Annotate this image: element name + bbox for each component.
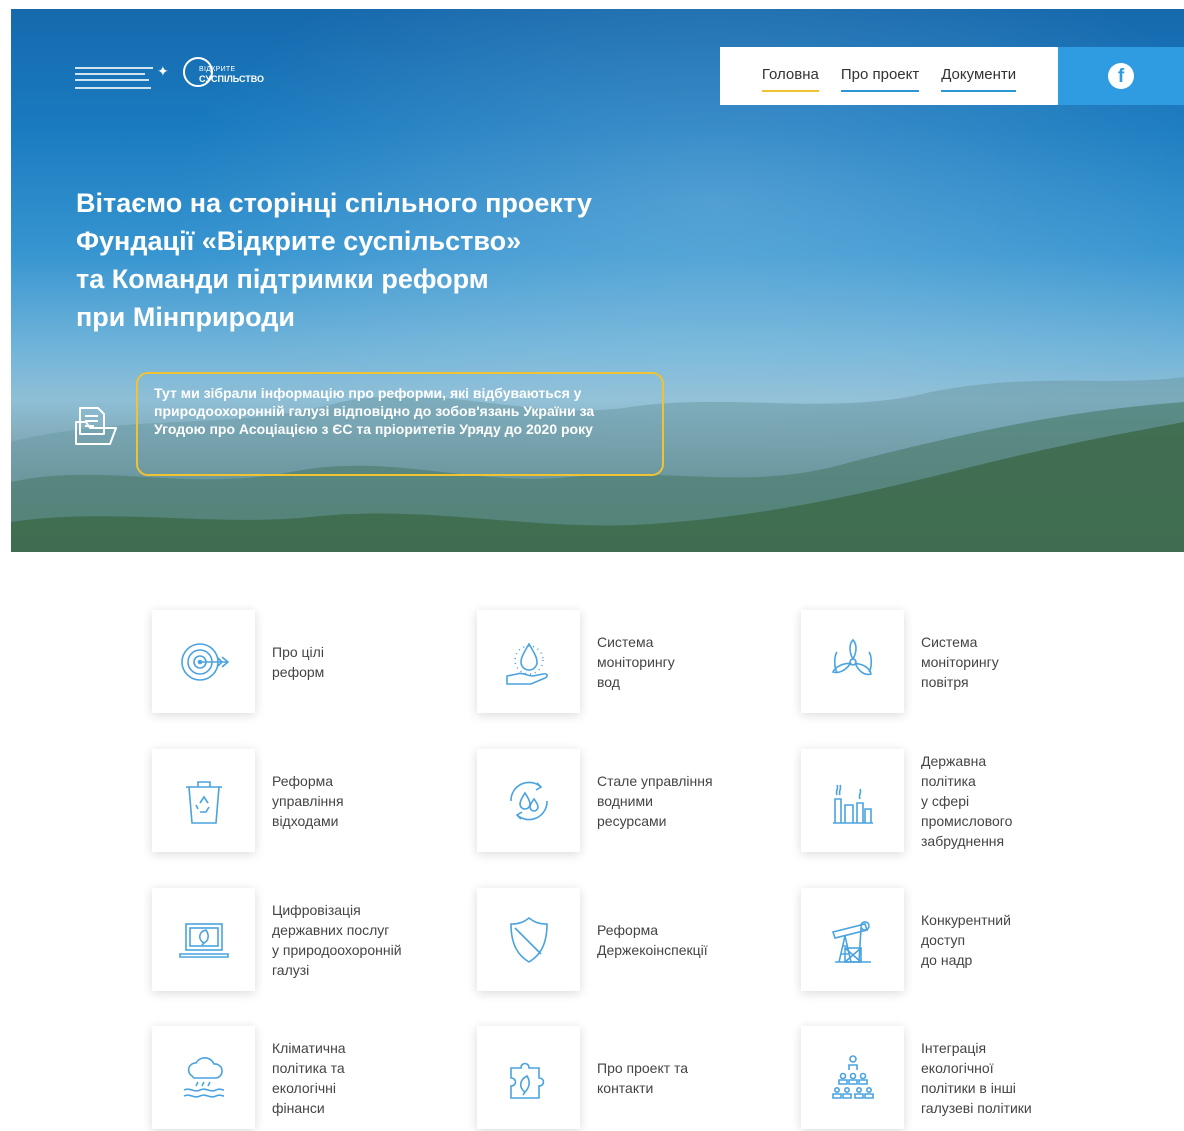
card-tile[interactable] bbox=[477, 610, 580, 713]
card-tile[interactable] bbox=[801, 1026, 904, 1129]
card-waste-reform[interactable]: Реформа управління відходами bbox=[152, 749, 482, 854]
fan-icon bbox=[831, 638, 872, 675]
card-label[interactable]: Стале управління водними ресурсами bbox=[597, 749, 787, 852]
card-water-monitoring[interactable]: Система моніторингу вод bbox=[477, 610, 807, 715]
card-digitalization[interactable]: Цифровізація державних послуг у природоо… bbox=[152, 888, 482, 993]
nav-documents[interactable]: Документи bbox=[941, 66, 1016, 92]
card-label[interactable]: Конкурентний доступ до надр bbox=[921, 888, 1111, 991]
recycle-bin-icon bbox=[185, 780, 222, 824]
card-air-monitoring[interactable]: Система моніторингу повітря bbox=[801, 610, 1131, 715]
card-climate-policy[interactable]: Кліматична політика та екологічні фінанс… bbox=[152, 1026, 482, 1131]
card-label[interactable]: Цифровізація державних послуг у природоо… bbox=[272, 888, 462, 991]
card-label[interactable]: Про цілі реформ bbox=[272, 610, 462, 713]
card-label[interactable]: Система моніторингу повітря bbox=[921, 610, 1111, 713]
water-drop-hand-icon bbox=[505, 641, 548, 685]
card-tile[interactable] bbox=[152, 1026, 255, 1129]
card-tile[interactable] bbox=[477, 749, 580, 852]
documents-icon bbox=[75, 407, 117, 445]
laptop-leaf-icon bbox=[178, 922, 229, 958]
ministry-logo[interactable]: ✦ bbox=[75, 61, 175, 91]
reform-cards-grid: Про цілі реформ Система моніторингу вод … bbox=[152, 610, 1052, 1129]
nav-home[interactable]: Головна bbox=[761, 66, 819, 92]
nav-about[interactable]: Про проект bbox=[840, 66, 920, 92]
card-label[interactable]: Реформа управління відходами bbox=[272, 749, 462, 852]
card-tile[interactable] bbox=[152, 610, 255, 713]
card-industrial-pollution[interactable]: Державна політика у сфері промислового з… bbox=[801, 749, 1131, 854]
card-label[interactable]: Реформа Держекоінспекції bbox=[597, 888, 787, 991]
facebook-icon: f bbox=[1108, 63, 1134, 89]
card-tile[interactable] bbox=[152, 749, 255, 852]
card-tile[interactable] bbox=[152, 888, 255, 991]
cloud-rain-icon bbox=[183, 1056, 224, 1098]
target-icon bbox=[180, 642, 229, 681]
hero-title-line: Вітаємо на сторінці спільного проекту bbox=[76, 188, 592, 218]
card-about-contacts[interactable]: Про проект та контакти bbox=[477, 1026, 807, 1131]
hero-title-line: при Мінприроди bbox=[76, 302, 295, 332]
open-society-logo[interactable]: ВІДКРИТЕ СУСПІЛЬСТВО bbox=[183, 55, 273, 95]
oil-pump-icon bbox=[831, 920, 871, 963]
card-policy-integration[interactable]: Інтеграція екологічної політики в інші г… bbox=[801, 1026, 1131, 1131]
card-label[interactable]: Державна політика у сфері промислового з… bbox=[921, 749, 1111, 852]
factory-icon bbox=[832, 784, 873, 824]
water-cycle-icon bbox=[509, 781, 548, 820]
card-label[interactable]: Інтеграція екологічної політики в інші г… bbox=[921, 1026, 1111, 1129]
hero-title-line: Фундації «Відкрите суспільство» bbox=[76, 226, 522, 256]
hero-title: Вітаємо на сторінці спільного проекту Фу… bbox=[76, 184, 716, 336]
bird-icon: ✦ bbox=[157, 63, 169, 79]
card-tile[interactable] bbox=[477, 888, 580, 991]
shield-icon bbox=[509, 916, 548, 963]
hero-title-line: та Команди підтримки реформ bbox=[76, 264, 489, 294]
card-reform-goals[interactable]: Про цілі реформ bbox=[152, 610, 482, 715]
card-tile[interactable] bbox=[801, 888, 904, 991]
card-tile[interactable] bbox=[477, 1026, 580, 1129]
card-label[interactable]: Кліматична політика та екологічні фінанс… bbox=[272, 1026, 462, 1129]
hierarchy-icon bbox=[831, 1054, 874, 1099]
card-eco-inspection[interactable]: Реформа Держекоінспекції bbox=[477, 888, 807, 993]
osf-logo-text-2: СУСПІЛЬСТВО bbox=[199, 74, 265, 84]
main-nav: Головна Про проект Документи bbox=[720, 47, 1058, 105]
intro-callout: Тут ми зібрали інформацію про реформи, я… bbox=[136, 372, 664, 476]
puzzle-icon bbox=[509, 1062, 544, 1099]
card-label[interactable]: Про проект та контакти bbox=[597, 1026, 787, 1129]
card-tile[interactable] bbox=[801, 610, 904, 713]
card-subsoil-access[interactable]: Конкурентний доступ до надр bbox=[801, 888, 1131, 993]
osf-logo-text-1: ВІДКРИТЕ bbox=[199, 66, 236, 73]
card-tile[interactable] bbox=[801, 749, 904, 852]
card-water-resources[interactable]: Стале управління водними ресурсами bbox=[477, 749, 807, 854]
card-label[interactable]: Система моніторингу вод bbox=[597, 610, 787, 713]
facebook-button[interactable]: f bbox=[1058, 47, 1184, 105]
